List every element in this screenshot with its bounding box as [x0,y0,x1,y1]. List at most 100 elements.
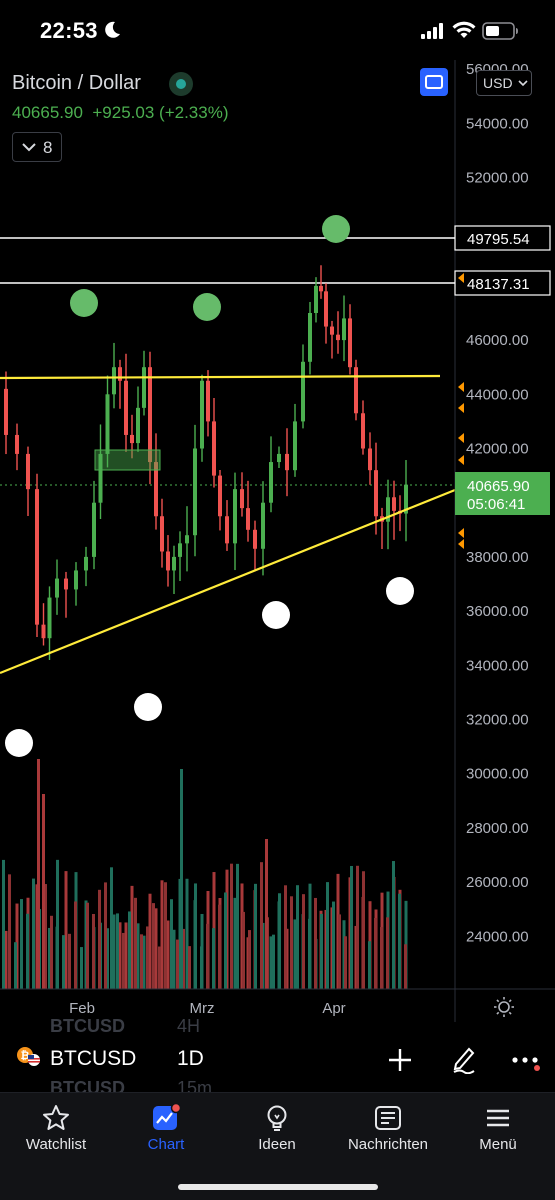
volume-bar [272,934,275,989]
indicators-toggle-button[interactable]: 8 [12,132,62,162]
white-marker [262,601,290,629]
level-layer [0,237,455,486]
candle-body [112,367,116,395]
volume-bar [92,913,95,989]
volume-bar [170,899,173,989]
green-marker [70,289,98,317]
candle-body [293,421,297,471]
volume-bar [260,862,263,989]
volume-bar [134,897,137,989]
candle-body [15,434,19,454]
volume-bar [290,896,293,989]
battery-icon [482,22,518,40]
candle-body [166,551,170,571]
volume-bar [50,915,53,989]
candle-body [253,529,257,549]
volume-bar [212,928,215,989]
candle-body [261,502,265,549]
time-tick-label: Mrz [190,1000,215,1017]
volume-bar [122,932,125,989]
candle-body [200,380,204,449]
volume-bar [110,867,113,989]
candle-body [160,516,164,552]
symbol-title[interactable]: Bitcoin / Dollar [12,72,141,95]
price-chart[interactable]: 56000.0054000.0052000.0046000.0044000.00… [0,60,555,1022]
volume-bar [152,903,155,989]
candle-body [392,497,396,511]
candle-body [4,388,8,435]
price-tick-label: 32000.00 [466,712,529,729]
price-change-percent: (+2.33%) [159,103,229,122]
volume-bar [350,865,353,989]
market-open-icon [169,72,193,96]
volume-bar [206,923,209,989]
price-tick-label: 42000.00 [466,441,529,458]
volume-bar [236,863,239,989]
price-tick-label: 36000.00 [466,603,529,620]
nav-chart[interactable]: Chart [116,1093,216,1165]
price-axis-bg [455,60,555,990]
currency-select[interactable]: USD [476,70,532,96]
fullscreen-button[interactable] [420,68,448,96]
volume-bar [146,926,149,989]
candle-body [240,489,244,509]
volume-bar [254,883,257,989]
volume-bar [32,878,35,989]
volume-bar [368,941,371,989]
volume-bar [8,874,11,989]
candle-body [225,516,229,544]
volume-bar [278,893,281,989]
nav-watchlist[interactable]: Watchlist [6,1093,106,1165]
volume-bar [98,889,101,989]
candle-body [342,318,346,341]
currency-label: USD [483,75,513,91]
volume-bar [392,861,395,989]
green-marker [193,293,221,321]
candle-body [314,285,318,313]
nav-news[interactable]: Nachrichten [338,1093,438,1165]
candle-body [277,453,281,463]
volume-bar [68,933,71,989]
last-price-badge: 40665.90 [467,478,530,495]
fullscreen-icon [425,75,443,89]
volume-bar [180,769,183,989]
volume-bar [230,863,233,989]
last-price: 40665.90 [12,103,83,122]
settings-sun-icon[interactable] [494,997,514,1017]
white-marker [386,577,414,605]
candle-body [269,462,273,503]
white-marker [134,693,162,721]
candle-body [368,448,372,471]
nav-ideas[interactable]: Ideen [227,1093,327,1165]
candle-layer [4,265,408,661]
volume-bar [188,946,191,989]
nav-menu[interactable]: Menü [448,1093,548,1165]
volume-bar [320,913,323,989]
volume-bar [128,911,131,989]
candle-body [148,367,152,463]
symbol-search-button[interactable]: BTCUSD [50,1047,136,1071]
volume-bar [338,914,341,989]
nav-label: Nachrichten [347,1136,429,1153]
nav-label: Menü [479,1136,517,1153]
volume-bar [74,901,77,989]
resistance-trendline [0,374,441,380]
more-options-button[interactable] [511,1052,541,1072]
candle-body [308,313,312,362]
volume-bar [14,942,17,989]
volume-bar [176,939,179,989]
candle-body [136,407,140,444]
ghost-interval-above: 4H [177,1016,201,1036]
candle-body [336,334,340,341]
price-tick-label: 38000.00 [466,549,529,566]
volume-bar [344,936,347,989]
bar-countdown: 05:06:41 [467,496,525,513]
drawing-tools-button[interactable] [450,1044,478,1074]
chevron-down-icon [518,80,528,87]
moon-icon [105,21,120,38]
chevron-down-icon [22,143,36,152]
interval-button[interactable]: 1D [177,1047,204,1071]
add-button[interactable] [386,1046,414,1074]
candle-body [35,489,39,625]
price-tick-label: 24000.00 [466,928,529,945]
